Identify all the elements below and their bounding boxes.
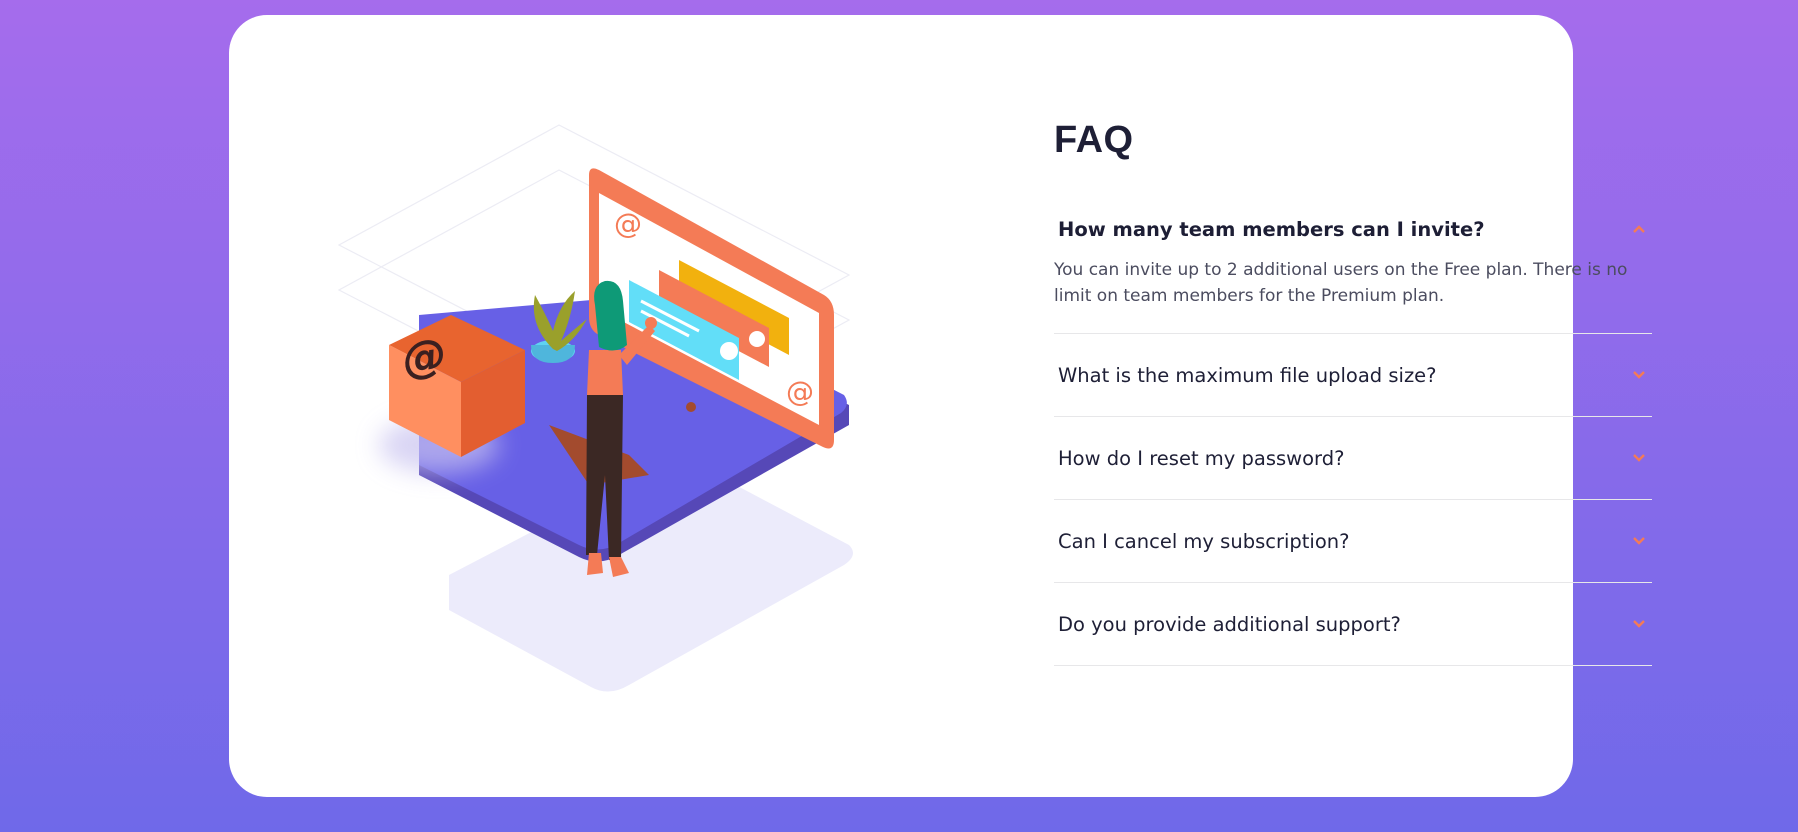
faq-question[interactable]: How many team members can I invite? xyxy=(1058,218,1485,241)
woman-online-illustration: @ @ @ xyxy=(337,124,853,692)
faq-card: @ @ @ FAQ How many team members can I in… xyxy=(229,15,1652,797)
faq-question-row[interactable]: Do you provide additional support? xyxy=(1054,583,1652,665)
faq-question[interactable]: Do you provide additional support? xyxy=(1058,613,1401,636)
faq-question-row[interactable]: How many team members can I invite? xyxy=(1054,207,1652,251)
faq-question[interactable]: How do I reset my password? xyxy=(1058,447,1344,470)
chevron-up-icon[interactable] xyxy=(1630,220,1648,238)
faq-answer: You can invite up to 2 additional users … xyxy=(1054,260,1628,306)
faq-item[interactable]: Do you provide additional support? xyxy=(1054,583,1652,666)
faq-question-row[interactable]: How do I reset my password? xyxy=(1054,417,1652,499)
chevron-down-icon[interactable] xyxy=(1630,366,1648,384)
faq-question-row[interactable]: What is the maximum file upload size? xyxy=(1054,334,1652,416)
faq-question[interactable]: What is the maximum file upload size? xyxy=(1058,364,1437,387)
at-symbol-icon: @ xyxy=(614,207,642,240)
faq-item[interactable]: How many team members can I invite? You … xyxy=(1054,207,1652,334)
chevron-down-icon[interactable] xyxy=(1630,615,1648,633)
faq-item[interactable]: What is the maximum file upload size? xyxy=(1054,334,1652,417)
faq-item[interactable]: Can I cancel my subscription? xyxy=(1054,500,1652,583)
at-symbol-icon: @ xyxy=(786,375,814,408)
faq-section: FAQ How many team members can I invite? … xyxy=(1054,119,1652,666)
faq-item[interactable]: How do I reset my password? xyxy=(1054,417,1652,500)
chevron-down-icon[interactable] xyxy=(1630,449,1648,467)
at-symbol-icon: @ xyxy=(402,328,447,385)
chevron-down-icon[interactable] xyxy=(1630,532,1648,550)
page-title: FAQ xyxy=(1054,119,1134,161)
faq-question-row[interactable]: Can I cancel my subscription? xyxy=(1054,500,1652,582)
faq-question[interactable]: Can I cancel my subscription? xyxy=(1058,530,1349,553)
